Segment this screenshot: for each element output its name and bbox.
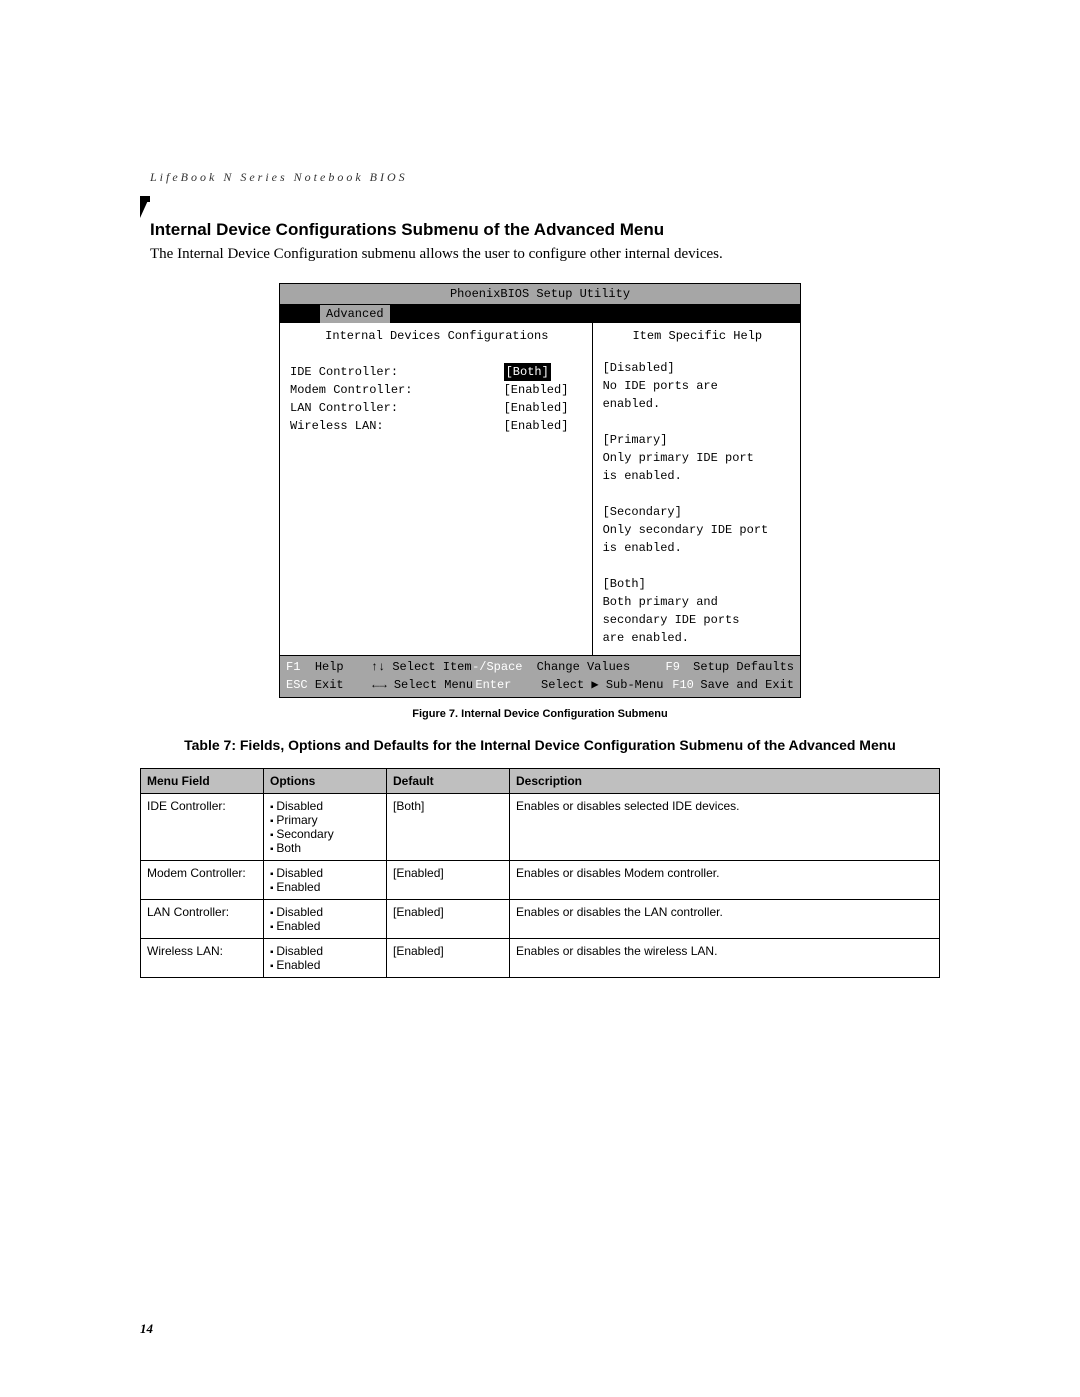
arrows-updown-icon: ↑↓ (371, 660, 385, 674)
cell-default: [Enabled] (387, 939, 510, 978)
th-menu-field: Menu Field (141, 769, 264, 794)
cell-options: DisabledEnabled (264, 861, 387, 900)
bios-field-label: IDE Controller: (290, 363, 504, 381)
bios-field-label: LAN Controller: (290, 399, 504, 417)
cell-options: DisabledEnabled (264, 900, 387, 939)
bios-tab-advanced: Advanced (320, 305, 390, 323)
cell-menu-field: Modem Controller: (141, 861, 264, 900)
table-caption: Table 7: Fields, Options and Defaults fo… (140, 736, 940, 754)
bios-help-pane: Item Specific Help [Disabled] No IDE por… (593, 323, 800, 655)
th-description: Description (510, 769, 940, 794)
bios-field-row: LAN Controller:[Enabled] (290, 399, 584, 417)
bios-footer: F1 Help ↑↓ Select Item -/Space Change Va… (280, 655, 800, 697)
option-item: Disabled (270, 905, 380, 919)
option-item: Primary (270, 813, 380, 827)
option-item: Enabled (270, 958, 380, 972)
option-item: Disabled (270, 866, 380, 880)
table-row: Wireless LAN:DisabledEnabled[Enabled]Ena… (141, 939, 940, 978)
footer-exit: Exit (315, 678, 344, 692)
section-marker-icon (140, 196, 150, 218)
key-f10: F10 (672, 678, 694, 692)
arrows-leftright-icon: ←→ (372, 678, 386, 692)
page-number: 14 (140, 1321, 153, 1337)
cell-default: [Enabled] (387, 861, 510, 900)
option-item: Secondary (270, 827, 380, 841)
bios-field-value: [Both] (504, 363, 584, 381)
bios-field-label: Wireless LAN: (290, 417, 504, 435)
cell-description: Enables or disables selected IDE devices… (510, 794, 940, 861)
th-options: Options (264, 769, 387, 794)
footer-select-submenu: Select ▶ Sub-Menu (541, 678, 663, 692)
key-space: -/Space (472, 660, 522, 674)
running-head: LifeBook N Series Notebook BIOS (150, 170, 408, 185)
bios-left-pane: Internal Devices Configurations IDE Cont… (280, 323, 593, 655)
footer-setup-defaults: Setup Defaults (693, 658, 794, 676)
option-item: Enabled (270, 880, 380, 894)
table-row: IDE Controller:DisabledPrimarySecondaryB… (141, 794, 940, 861)
bios-subtitle: Internal Devices Configurations (290, 327, 584, 345)
cell-menu-field: LAN Controller: (141, 900, 264, 939)
bios-field-row: Modem Controller:[Enabled] (290, 381, 584, 399)
bios-field-value: [Enabled] (504, 399, 584, 417)
section-title: Internal Device Configurations Submenu o… (150, 220, 940, 240)
option-item: Disabled (270, 799, 380, 813)
cell-options: DisabledEnabled (264, 939, 387, 978)
key-f1: F1 (286, 660, 300, 674)
key-enter: Enter (475, 678, 511, 692)
cell-default: [Both] (387, 794, 510, 861)
footer-save-exit: Save and Exit (700, 676, 794, 694)
bios-field-row: Wireless LAN:[Enabled] (290, 417, 584, 435)
options-table: Menu Field Options Default Description I… (140, 768, 940, 978)
footer-help: Help (315, 660, 344, 674)
bios-field-label: Modem Controller: (290, 381, 504, 399)
bios-screenshot: PhoenixBIOS Setup Utility Advanced Inter… (279, 283, 801, 698)
option-item: Enabled (270, 919, 380, 933)
cell-options: DisabledPrimarySecondaryBoth (264, 794, 387, 861)
bios-help-title: Item Specific Help (603, 327, 792, 345)
cell-menu-field: Wireless LAN: (141, 939, 264, 978)
bios-field-value: [Enabled] (504, 381, 584, 399)
bios-title: PhoenixBIOS Setup Utility (280, 284, 800, 305)
key-f9: F9 (666, 660, 680, 674)
option-item: Disabled (270, 944, 380, 958)
key-esc: ESC (286, 678, 308, 692)
cell-description: Enables or disables the LAN controller. (510, 900, 940, 939)
option-item: Both (270, 841, 380, 855)
bios-help-text: [Disabled] No IDE ports are enabled. [Pr… (603, 359, 792, 647)
table-row: LAN Controller:DisabledEnabled[Enabled]E… (141, 900, 940, 939)
intro-paragraph: The Internal Device Configuration submen… (150, 246, 940, 263)
cell-description: Enables or disables Modem controller. (510, 861, 940, 900)
footer-select-item: Select Item (392, 660, 471, 674)
bios-field-row: IDE Controller:[Both] (290, 363, 584, 381)
cell-description: Enables or disables the wireless LAN. (510, 939, 940, 978)
figure-caption: Figure 7. Internal Device Configuration … (140, 708, 940, 720)
cell-menu-field: IDE Controller: (141, 794, 264, 861)
bios-field-value: [Enabled] (504, 417, 584, 435)
footer-change-values: Change Values (537, 660, 631, 674)
cell-default: [Enabled] (387, 900, 510, 939)
footer-select-menu: Select Menu (394, 678, 473, 692)
table-row: Modem Controller:DisabledEnabled[Enabled… (141, 861, 940, 900)
bios-menu-bar: Advanced (280, 305, 800, 323)
th-default: Default (387, 769, 510, 794)
